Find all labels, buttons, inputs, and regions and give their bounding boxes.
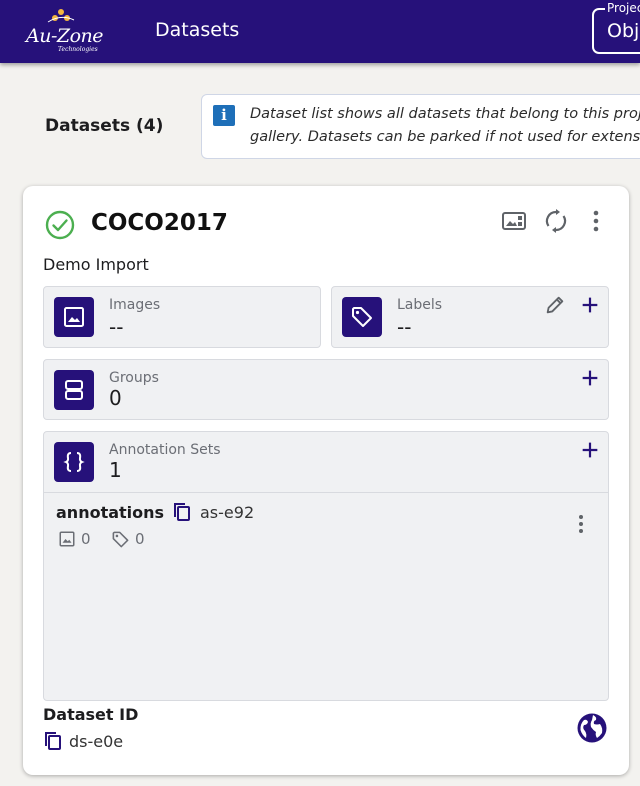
tag-icon (352, 307, 372, 327)
logo-text: Au-Zone (26, 25, 104, 47)
dataset-title: COCO2017 (91, 210, 228, 236)
groups-icon (65, 380, 83, 400)
info-banner: i Dataset list shows all datasets that b… (201, 94, 640, 159)
dataset-subtitle: Demo Import (43, 255, 149, 274)
image-icon (64, 307, 84, 327)
image-count-icon (59, 531, 75, 547)
dataset-card: COCO2017 Demo Import Images -- Labels --… (23, 186, 629, 775)
groups-label: Groups (109, 370, 159, 386)
annotation-sets-label: Annotation Sets (109, 442, 221, 458)
add-group-plus-icon[interactable] (579, 367, 601, 389)
label-count-icon (112, 531, 129, 548)
annotation-set-row[interactable]: annotations as-e92 0 0 (44, 492, 608, 700)
annotation-label-count: 0 (135, 530, 145, 548)
top-app-bar: Au-Zone Technologies Datasets Project Ob… (0, 0, 640, 63)
labels-value: -- (397, 315, 412, 339)
project-select-label: Project (605, 1, 640, 15)
add-annotation-set-plus-icon[interactable] (579, 439, 601, 461)
datasets-count-heading: Datasets (4) (45, 116, 164, 136)
check-circle-icon (45, 210, 75, 240)
copy-icon[interactable] (172, 502, 192, 522)
annotation-set-id: as-e92 (200, 503, 255, 522)
labels-label: Labels (397, 297, 443, 313)
dataset-id-label: Dataset ID (43, 705, 139, 724)
edit-icon[interactable] (544, 294, 566, 316)
project-select-value: Obj (607, 20, 640, 42)
images-tile[interactable]: Images -- (43, 286, 321, 348)
braces-icon (63, 452, 85, 472)
images-label: Images (109, 297, 161, 313)
nav-title: Datasets (155, 19, 240, 41)
groups-tile-icon (54, 370, 94, 410)
annotation-set-name: annotations (56, 503, 165, 522)
info-icon: i (213, 105, 235, 126)
company-logo[interactable]: Au-Zone Technologies (26, 8, 104, 56)
annotation-sets-value: 1 (109, 458, 122, 482)
info-banner-text: Dataset list shows all datasets that bel… (250, 106, 640, 145)
dataset-id-value: ds-e0e (69, 732, 124, 751)
images-value: -- (109, 315, 124, 339)
logo-dots-icon (47, 9, 75, 23)
labels-tile[interactable]: Labels -- (331, 286, 609, 348)
groups-tile[interactable]: Groups 0 (43, 359, 609, 420)
add-label-plus-icon[interactable] (579, 294, 601, 316)
copy-dataset-id-icon[interactable] (43, 731, 63, 751)
image-tile-icon (54, 297, 94, 337)
gallery-icon[interactable] (501, 208, 527, 234)
refresh-icon[interactable] (543, 208, 569, 234)
more-vert-icon[interactable] (583, 208, 609, 234)
globe-icon[interactable] (576, 712, 608, 744)
annotation-sets-tile: Annotation Sets 1 annotations as-e92 0 0 (43, 431, 609, 701)
tag-tile-icon (342, 297, 382, 337)
groups-value: 0 (109, 386, 122, 410)
annotation-more-vert-icon[interactable] (570, 513, 592, 535)
braces-tile-icon (54, 442, 94, 482)
logo-subtext: Technologies (58, 46, 98, 53)
annotation-image-count: 0 (81, 530, 91, 548)
